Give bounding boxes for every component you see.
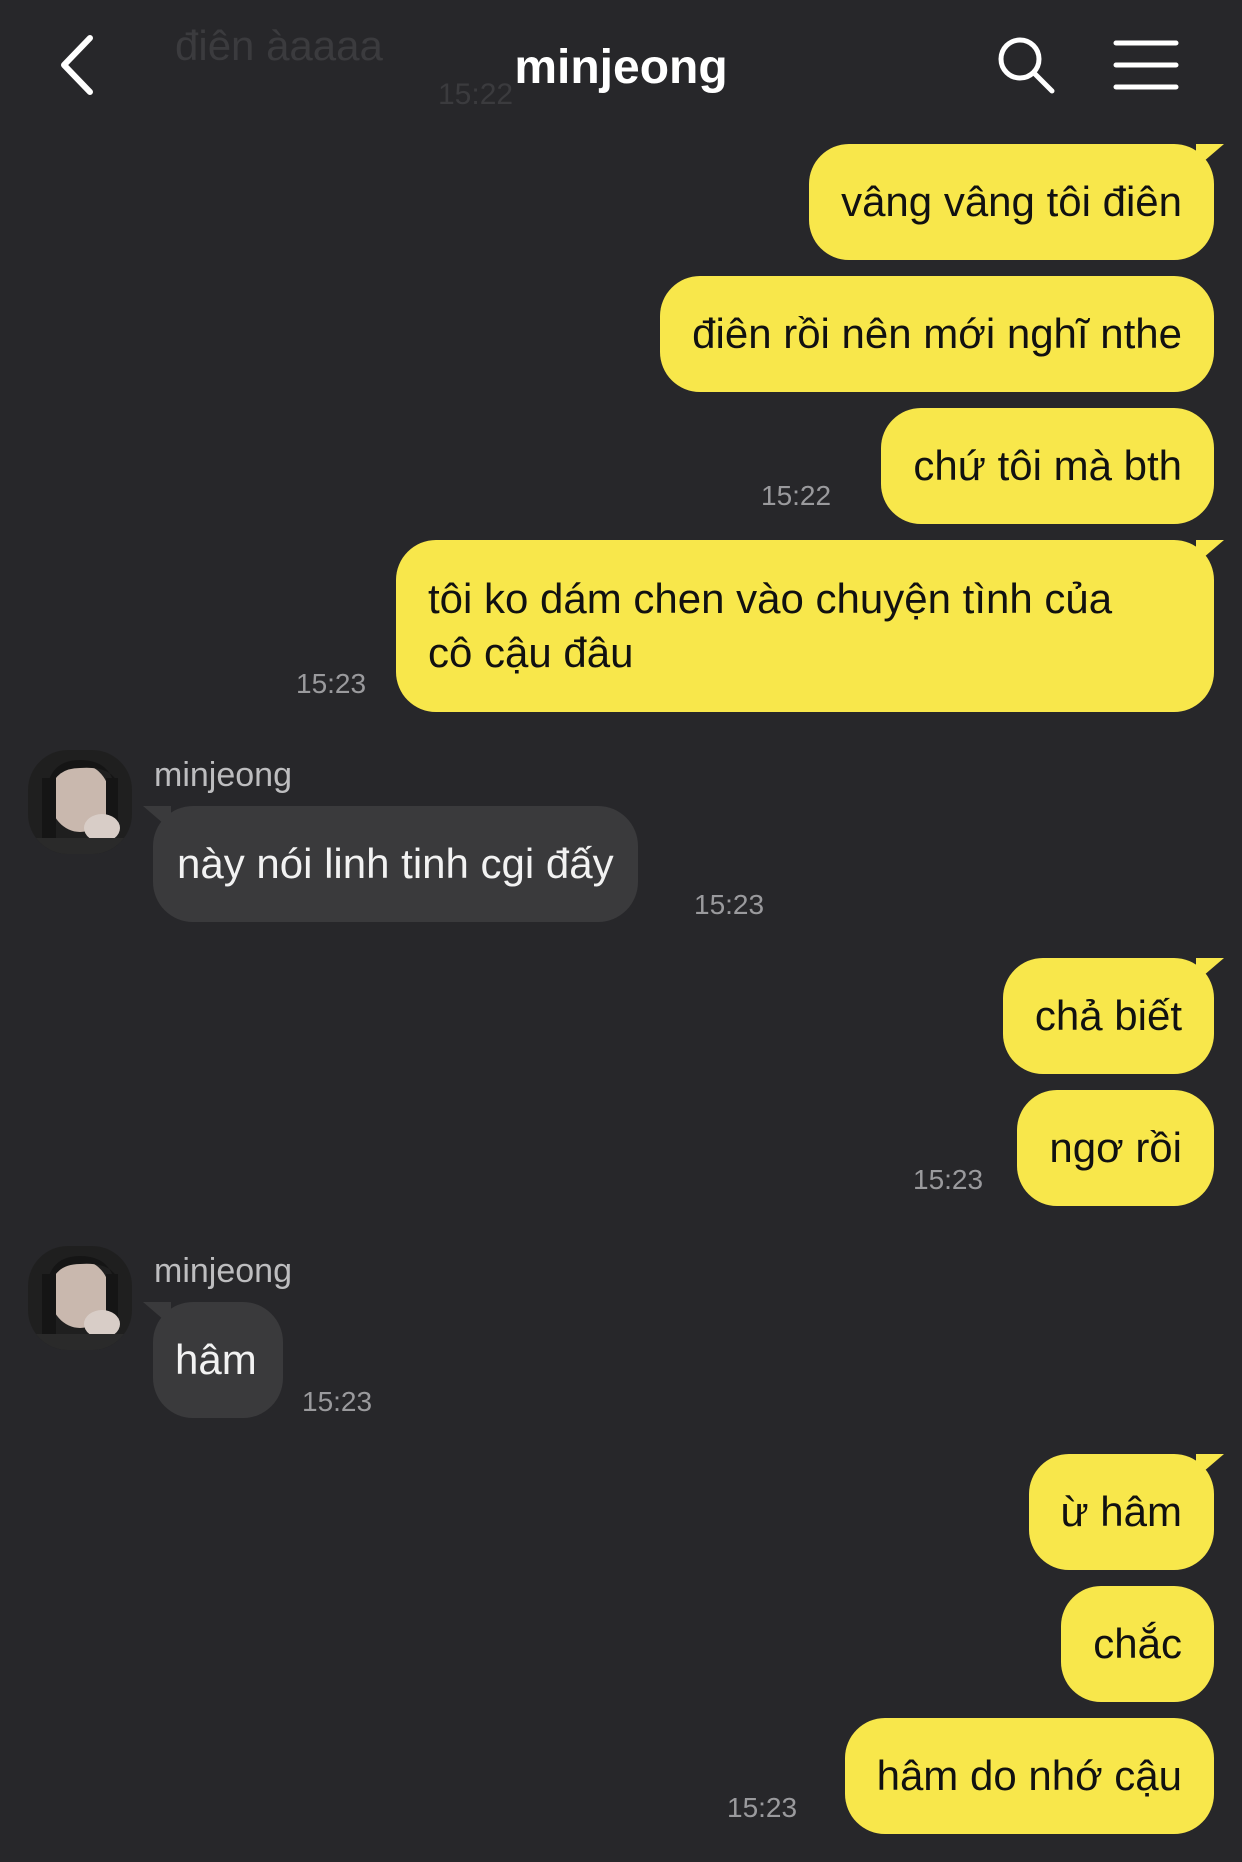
message-text: ngơ rồi (1049, 1124, 1182, 1171)
sender-name: minjeong (154, 756, 292, 794)
outgoing-message[interactable]: tôi ko dám chen vào chuyện tình của cô c… (396, 540, 1224, 712)
outgoing-message[interactable]: ừ hâm (1028, 1454, 1224, 1570)
message-timestamp: 15:22 (761, 480, 832, 511)
message-timestamp: 15:23 (302, 1386, 373, 1417)
avatar[interactable] (28, 750, 132, 854)
message-text: chả biết (1034, 992, 1182, 1039)
message-text: chắc (1093, 1620, 1182, 1667)
incoming-message[interactable]: hâm (143, 1302, 283, 1418)
avatar[interactable] (28, 1246, 132, 1350)
outgoing-message[interactable]: chứ tôi mà bth (881, 408, 1214, 524)
incoming-message[interactable]: này nói linh tinh cgi đấy (143, 806, 638, 922)
message-text: ừ hâm (1060, 1488, 1183, 1535)
message-text: hâm (175, 1336, 257, 1383)
avatar-photo (28, 1246, 132, 1350)
message-text: này nói linh tinh cgi đấy (177, 840, 614, 887)
message-timestamp: 15:23 (727, 1792, 798, 1823)
message-text: vâng vâng tôi điên (841, 178, 1182, 225)
outgoing-message[interactable]: chả biết (1002, 958, 1225, 1074)
message-timestamp: 15:23 (913, 1164, 984, 1195)
outgoing-message[interactable]: hâm do nhớ cậu (844, 1718, 1214, 1834)
search-button[interactable] (995, 34, 1057, 96)
message-text: điên rồi nên mới nghĩ nthe (692, 310, 1182, 357)
outgoing-message[interactable]: vâng vâng tôi điên (809, 144, 1224, 260)
message-text: hâm do nhớ cậu (876, 1752, 1182, 1799)
search-icon (998, 37, 1055, 94)
message-text-line: tôi ko dám chen vào chuyện tình của (428, 575, 1113, 622)
outgoing-message[interactable]: chắc (1061, 1586, 1214, 1702)
avatar-photo (28, 750, 132, 854)
outgoing-message[interactable]: ngơ rồi (1017, 1090, 1214, 1206)
outgoing-message[interactable]: điên rồi nên mới nghĩ nthe (660, 276, 1214, 392)
message-text-line: cô cậu đâu (428, 629, 634, 676)
message-text: chứ tôi mà bth (913, 442, 1182, 489)
menu-button[interactable] (1113, 38, 1179, 92)
message-timestamp: 15:23 (296, 668, 367, 699)
sender-name: minjeong (154, 1252, 292, 1290)
message-timestamp: 15:23 (694, 889, 765, 920)
menu-icon (1113, 40, 1179, 90)
